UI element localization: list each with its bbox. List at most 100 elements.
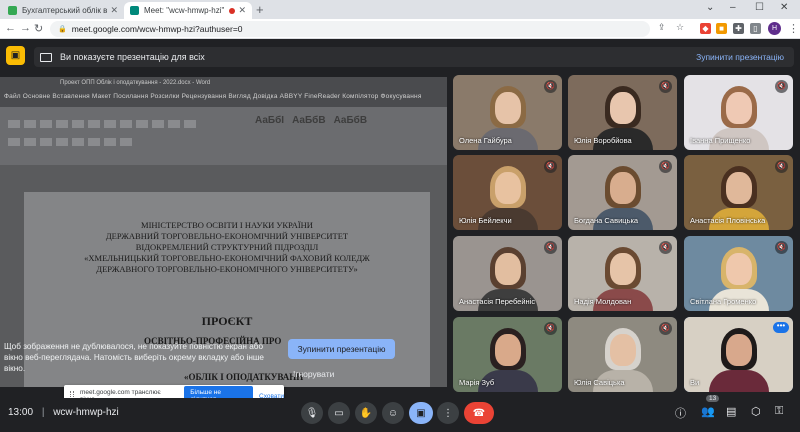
smiley-icon: ☺ [387, 407, 399, 419]
participant-face [494, 333, 521, 366]
word-menu: Файл Основне Вставлення Макет Посилання … [4, 93, 422, 100]
raise-hand-button[interactable]: ✋ [355, 402, 377, 424]
people-icon[interactable]: 👥 [701, 405, 715, 418]
participant-tile[interactable]: 🔇 Богдана Савицька [568, 155, 677, 230]
participant-name: Надія Молдован [574, 297, 632, 306]
menu-dots-icon[interactable]: ⋮ [788, 22, 799, 35]
participant-tile[interactable]: 🔇 Анастасія Пловінська [684, 155, 793, 230]
stop-presenting-link[interactable]: Зупинити презентацію [696, 52, 784, 62]
side-panel-icon[interactable]: ▯ [750, 23, 761, 34]
extension-red-icon[interactable]: ◆ [700, 23, 711, 34]
extensions-puzzle-icon[interactable]: ✚ [733, 23, 744, 34]
hangup-icon: ☎ [472, 407, 486, 419]
maximize-icon[interactable]: ☐ [755, 2, 764, 13]
participant-tile[interactable]: 🔇 Анастасія Перебейніс [453, 236, 562, 311]
ribbon-styles: АаБбІ АаБбВ АаБбВ [255, 115, 367, 126]
forward-icon[interactable]: → [20, 22, 31, 34]
mic-off-icon: 🔇 [659, 322, 672, 335]
participant-name: Юлія Савіцька [574, 378, 625, 387]
ignore-button[interactable]: Ігнорувати [293, 369, 334, 379]
presenting-message: Ви показуєте презентацію для всіх Зупини… [34, 47, 794, 67]
participant-name: Ви [690, 378, 700, 387]
participant-face [609, 252, 636, 285]
participant-tile[interactable]: 🔇 Юлія Воробйова [568, 75, 677, 150]
tab-title: Meet: "wcw-hmwp-hzi" [144, 6, 225, 15]
participant-face [494, 252, 521, 285]
more-horiz-icon[interactable]: ••• [773, 322, 789, 333]
recording-dot-icon [229, 7, 236, 14]
tab-sheets[interactable]: Бухгалтерський облік в держав... ✕ [2, 2, 124, 19]
lock-icon: 🔒 [58, 26, 67, 33]
present-icon: ▣ [416, 407, 426, 419]
participant-tile[interactable]: 🔇 Марія Зуб [453, 317, 562, 392]
tab-title: Бухгалтерський облік в держав... [22, 6, 108, 15]
participant-tile[interactable]: 🔇 Юлія Савіцька [568, 317, 677, 392]
camera-icon: ▭ [334, 407, 344, 419]
participant-tile[interactable]: 🔇 Юлія Бейлекчи [453, 155, 562, 230]
presenting-banner: ▣ Ви показуєте презентацію для всіх Зупи… [0, 40, 800, 74]
participant-tile[interactable]: 🔇 Олена Гайбура [453, 75, 562, 150]
mic-off-icon: 🔇 [544, 322, 557, 335]
emoji-button[interactable]: ☺ [382, 402, 404, 424]
leave-call-button[interactable]: ☎ [464, 402, 494, 424]
new-tab-button[interactable]: + [256, 2, 264, 17]
info-icon[interactable]: ⓘ [675, 405, 686, 421]
mic-off-icon: 🔇 [659, 241, 672, 254]
window-close-icon[interactable]: ✕ [780, 2, 788, 13]
clock-time: 13:00 [8, 407, 34, 418]
participant-face [609, 91, 636, 124]
meeting-code: wcw-hmwp-hzi [53, 407, 119, 418]
participant-tile[interactable]: 🔇 Іванна Прищенко [684, 75, 793, 150]
participant-tile[interactable]: 🔇 Надія Молдован [568, 236, 677, 311]
host-controls-icon[interactable]: ⚿ [775, 405, 783, 418]
participant-body [708, 370, 769, 392]
extension-orange-icon[interactable]: ■ [716, 23, 727, 34]
bookmark-star-icon[interactable]: ☆ [676, 22, 684, 33]
address-bar: ← → ↻ 🔒 meet.google.com/wcw-hmwp-hzi?aut… [0, 19, 800, 39]
ribbon-tools [6, 117, 206, 157]
participant-face [609, 171, 636, 204]
participant-face [725, 171, 752, 204]
minimize-icon[interactable]: – [730, 2, 736, 13]
word-titlebar: Проект ОПП Облік і оподаткування - 2022.… [0, 77, 447, 107]
participant-face [609, 333, 636, 366]
close-icon[interactable]: ✕ [110, 5, 118, 16]
participant-name: Юлія Бейлекчи [459, 216, 512, 225]
browser-tab-strip: Бухгалтерський облік в держав... ✕ Meet:… [0, 0, 800, 19]
microphone-button[interactable]: 🎙 [301, 402, 323, 424]
present-now-button[interactable]: ▣ [409, 402, 433, 424]
mic-off-icon: 🔇 [659, 80, 672, 93]
camera-button[interactable]: ▭ [328, 402, 350, 424]
profile-avatar[interactable]: H [768, 22, 781, 35]
header-line: ВІДОКРЕМЛЕНИЙ СТРУКТУРНИЙ ПІДРОЗДІЛ [135, 242, 319, 252]
chat-icon[interactable]: ▤ [726, 405, 736, 418]
tab-meet[interactable]: Meet: "wcw-hmwp-hzi" ✕ [124, 2, 252, 19]
header-line: ДЕРЖАВНОГО ТОРГОВЕЛЬНО-ЕКОНОМІЧНОГО УНІВ… [96, 264, 358, 274]
presenting-text: Ви показуєте презентацію для всіх [60, 52, 205, 62]
activities-icon[interactable]: ⬡ [751, 405, 761, 418]
reload-icon[interactable]: ↻ [34, 22, 43, 35]
close-icon[interactable]: ✕ [238, 5, 246, 16]
more-options-button[interactable]: ⋮ [437, 402, 459, 424]
participant-name: Юлія Воробйова [574, 136, 632, 145]
participant-tile-self[interactable]: ••• Ви [684, 317, 793, 392]
document-header: МІНІСТЕРСТВО ОСВІТИ І НАУКИ УКРАЇНИ ДЕРЖ… [24, 220, 430, 275]
meet-icon [130, 6, 139, 15]
header-line: «ХМЕЛЬНИЦЬКИЙ ТОРГОВЕЛЬНО-ЕКОНОМІЧНИЙ ФА… [84, 253, 370, 263]
mic-off-icon: 🔇 [544, 160, 557, 173]
word-title: Проект ОПП Облік і оподаткування - 2022.… [60, 80, 211, 86]
more-vert-icon: ⋮ [443, 407, 453, 419]
participant-name: Анастасія Перебейніс [459, 297, 536, 306]
participant-face [494, 91, 521, 124]
cast-icon[interactable]: ⇪ [658, 22, 666, 33]
hand-icon: ✋ [359, 407, 373, 419]
chevron-down-icon[interactable]: ⌄ [706, 2, 714, 13]
stop-presenting-button[interactable]: Зупинити презентацію [288, 339, 395, 359]
participant-tile[interactable]: 🔇 Світлана Громенко [684, 236, 793, 311]
participant-face [494, 171, 521, 204]
back-icon[interactable]: ← [5, 22, 16, 34]
mic-icon: 🎙 [305, 407, 319, 419]
style-heading1: АаБбВ [292, 115, 326, 126]
url-text: meet.google.com/wcw-hmwp-hzi?authuser=0 [71, 24, 243, 34]
url-field[interactable]: 🔒 meet.google.com/wcw-hmwp-hzi?authuser=… [50, 21, 650, 37]
